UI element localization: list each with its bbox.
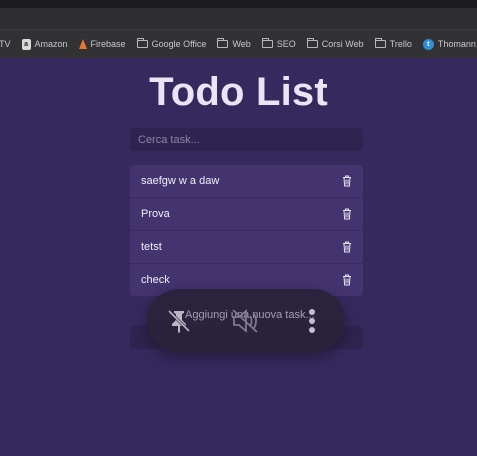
trash-icon[interactable] — [341, 208, 353, 221]
bookmark-web[interactable]: Web — [217, 38, 251, 49]
more-vertical-icon[interactable] — [297, 306, 327, 336]
bookmark-tv[interactable]: TV — [0, 39, 11, 49]
folder-icon — [306, 38, 318, 48]
bookmark-label: Web — [232, 39, 251, 49]
browser-top-bar — [0, 0, 477, 30]
address-bar[interactable] — [0, 8, 477, 30]
folder-icon — [136, 38, 148, 48]
search-input[interactable] — [130, 128, 363, 151]
task-text: Prova — [141, 208, 170, 220]
thomann-icon: t — [422, 38, 434, 50]
trash-icon[interactable] — [341, 175, 353, 188]
bookmark-label: SEO — [276, 39, 296, 49]
task-item[interactable]: Prova — [130, 198, 363, 231]
mute-icon[interactable] — [230, 306, 260, 336]
bookmark-trello[interactable]: Trello — [374, 38, 412, 49]
task-text: saefgw w a daw — [141, 175, 220, 187]
trash-icon[interactable] — [341, 241, 353, 254]
task-item[interactable]: tetst — [130, 231, 363, 264]
bookmark-firebase[interactable]: Firebase — [78, 39, 126, 49]
folder-icon — [261, 38, 273, 48]
unpin-icon[interactable] — [164, 306, 194, 336]
task-item[interactable]: saefgw w a daw — [130, 165, 363, 198]
trash-icon[interactable] — [341, 274, 353, 287]
bookmark-google-office[interactable]: Google Office — [136, 38, 207, 49]
bookmark-corsi-web[interactable]: Corsi Web — [306, 38, 364, 49]
task-list: saefgw w a daw Prova tetst check — [130, 165, 363, 296]
bookmark-label: Firebase — [90, 39, 126, 49]
tab-strip — [0, 0, 477, 8]
amazon-icon: a — [21, 38, 31, 50]
bookmarks-bar: TV a Amazon Firebase Google Office Web S… — [0, 30, 477, 58]
folder-icon — [217, 38, 229, 48]
bookmark-label: Thomann — [437, 39, 476, 49]
task-text: tetst — [141, 241, 162, 253]
bookmark-label: Trello — [389, 39, 412, 49]
bookmark-label: Corsi Web — [321, 39, 364, 49]
bookmark-seo[interactable]: SEO — [261, 38, 296, 49]
bookmark-label: TV — [0, 39, 11, 49]
bookmark-amazon[interactable]: a Amazon — [21, 38, 68, 50]
bookmark-label: Google Office — [151, 39, 207, 49]
bookmark-label: Amazon — [34, 39, 68, 49]
floating-media-controls: Aggiungi una nuova task... — [147, 289, 345, 353]
page-title: Todo List — [149, 70, 328, 114]
todo-app: Todo List saefgw w a daw Prova tetst che… — [0, 58, 477, 456]
firebase-icon — [78, 39, 87, 49]
task-text: check — [141, 274, 170, 286]
bookmark-thomann[interactable]: t Thomann — [422, 38, 476, 50]
folder-icon — [374, 38, 386, 48]
